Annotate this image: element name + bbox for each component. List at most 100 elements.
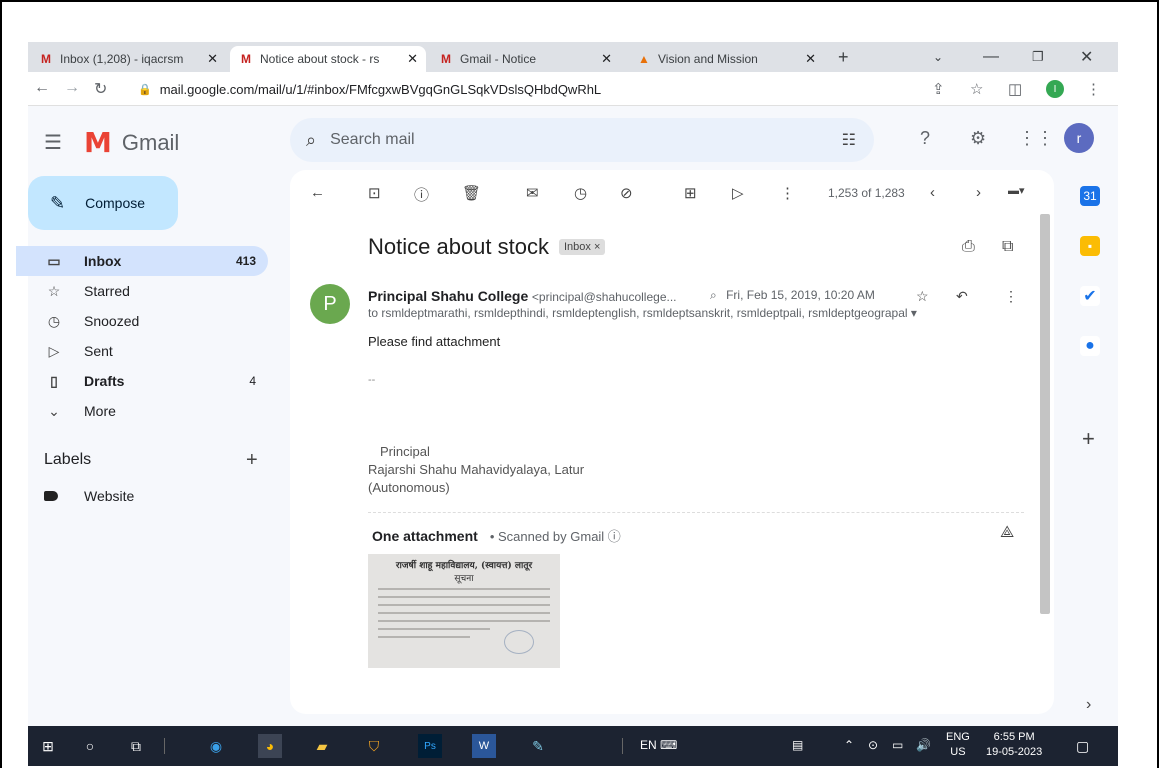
windows-taskbar: ⊞ ○ ⧉ ◉ ◕ ▰ ⛉ Ps W ✎ EN ⌨ ▤ ⌃ ⊙ ▭ 🔊 ENG … xyxy=(28,726,1118,766)
search-options-icon[interactable]: ☷ xyxy=(842,130,856,150)
create-label-button[interactable]: + xyxy=(246,449,258,472)
new-tab-button[interactable]: + xyxy=(838,42,849,72)
display-icon[interactable]: ▭ xyxy=(892,738,903,752)
print-icon[interactable]: ⎙ xyxy=(962,238,975,256)
show-side-panel-icon[interactable]: › xyxy=(1086,696,1091,714)
windows-start-icon[interactable]: ⊞ xyxy=(36,734,60,758)
scrollbar[interactable] xyxy=(1040,214,1050,614)
inbox-label-chip[interactable]: Inbox × xyxy=(558,239,606,255)
sidebar-item-drafts[interactable]: ▯ Drafts 4 xyxy=(16,366,268,396)
share-icon[interactable]: ⇪ xyxy=(932,80,945,98)
chevron-down-icon: ⌄ xyxy=(48,402,60,419)
back-icon[interactable]: ← xyxy=(34,79,50,97)
browser-tab-notice-stock[interactable]: M Notice about stock - rs ✕ xyxy=(230,46,426,72)
sidebar-item-more[interactable]: ⌄ More xyxy=(16,396,268,426)
sidebar-item-inbox[interactable]: ▭ Inbox 413 xyxy=(16,246,268,276)
snooze-icon[interactable]: ◷ xyxy=(574,184,587,202)
edge-icon[interactable]: ◉ xyxy=(204,734,228,758)
system-clock[interactable]: 6:55 PM 19-05-2023 xyxy=(986,730,1042,760)
browser-profile-avatar[interactable]: I xyxy=(1046,80,1064,98)
gmail-icon: M xyxy=(241,52,251,66)
settings-gear-icon[interactable]: ⚙ xyxy=(970,128,986,149)
subject-title: Notice about stock xyxy=(368,234,549,259)
gmail-logo[interactable]: M Gmail xyxy=(84,126,179,159)
close-tab-icon[interactable]: ✕ xyxy=(407,51,418,67)
close-tab-icon[interactable]: ✕ xyxy=(207,51,218,67)
address-bar-row: ← → ↻ 🔒 mail.google.com/mail/u/1/#inbox/… xyxy=(28,72,1118,106)
message-pager: 1,253 of 1,283 xyxy=(828,186,905,200)
url-field[interactable]: 🔒 mail.google.com/mail/u/1/#inbox/FMfcgx… xyxy=(138,77,928,101)
bookmark-star-icon[interactable]: ☆ xyxy=(970,80,983,98)
word-icon[interactable]: W xyxy=(472,734,496,758)
close-window-icon[interactable]: ✕ xyxy=(1080,42,1093,72)
star-message-icon[interactable]: ☆ xyxy=(916,288,929,305)
reload-icon[interactable]: ↻ xyxy=(94,79,107,99)
mark-unread-icon[interactable]: ✉ xyxy=(526,184,539,202)
side-panel: 31 ▪ ✔ ● + › xyxy=(1072,170,1118,726)
search-icon[interactable]: ○ xyxy=(78,734,102,758)
message-more-icon[interactable]: ⋮ xyxy=(1004,288,1018,305)
get-addons-icon[interactable]: + xyxy=(1082,426,1095,452)
main-menu-icon[interactable]: ☰ xyxy=(44,130,62,155)
sidebar-item-sent[interactable]: ▷ Sent xyxy=(16,336,268,366)
archive-icon[interactable]: ⊡ xyxy=(368,184,381,202)
back-to-inbox-icon[interactable]: ← xyxy=(310,184,325,201)
tasks-icon[interactable]: ✔ xyxy=(1080,286,1100,306)
add-task-icon[interactable]: ⊘ xyxy=(620,184,633,202)
browser-tab-inbox[interactable]: M Inbox (1,208) - iqacrsm ✕ xyxy=(30,46,226,72)
close-tab-icon[interactable]: ✕ xyxy=(805,51,816,67)
sidebar-item-snoozed[interactable]: ◷ Snoozed xyxy=(16,306,268,336)
file-explorer-icon[interactable]: ▰ xyxy=(310,734,334,758)
task-view-icon[interactable]: ⧉ xyxy=(124,734,148,758)
tab-search-icon[interactable]: ⌄ xyxy=(933,42,943,72)
reply-icon[interactable]: ↶ xyxy=(956,288,968,305)
input-tools-icon[interactable]: ▬▾ xyxy=(1008,184,1025,197)
newer-icon[interactable]: ‹ xyxy=(930,184,935,201)
forward-icon[interactable]: → xyxy=(64,79,80,97)
search-input[interactable]: Search mail xyxy=(330,131,414,149)
news-widget-icon[interactable]: ▤ xyxy=(792,738,803,752)
paint-icon[interactable]: ✎ xyxy=(526,734,550,758)
delete-icon[interactable]: 🗑 xyxy=(462,184,481,202)
search-bar[interactable]: ⌕ Search mail ☷ xyxy=(290,118,874,162)
report-spam-icon[interactable]: ⓘ xyxy=(414,184,429,205)
side-panel-icon[interactable]: ◫ xyxy=(1008,80,1022,98)
brave-icon[interactable]: ⛉ xyxy=(362,734,386,758)
show-hidden-icons-icon[interactable]: ⌃ xyxy=(844,738,854,752)
more-options-icon[interactable]: ⋮ xyxy=(780,184,795,202)
network-icon[interactable]: ⊙ xyxy=(868,738,878,752)
close-tab-icon[interactable]: ✕ xyxy=(601,51,612,67)
support-icon[interactable]: ? xyxy=(920,128,930,149)
keep-icon[interactable]: ▪ xyxy=(1080,236,1100,256)
notification-center-icon[interactable]: ▢ xyxy=(1076,738,1089,755)
label-icon[interactable]: ▷ xyxy=(732,184,744,202)
browser-tab-gmail-notice[interactable]: M Gmail - Notice ✕ xyxy=(430,46,620,72)
add-to-drive-icon[interactable]: ⟁ xyxy=(1000,524,1014,542)
star-icon: ☆ xyxy=(47,282,61,299)
chrome-icon[interactable]: ◕ xyxy=(258,734,282,758)
browser-tab-vision-mission[interactable]: ▲ Vision and Mission ✕ xyxy=(628,46,824,72)
account-avatar[interactable]: r xyxy=(1064,123,1094,153)
photoshop-icon[interactable]: Ps xyxy=(418,734,442,758)
input-language-indicator[interactable]: EN ⌨ xyxy=(640,738,677,752)
attachment-divider xyxy=(368,512,1024,513)
label-item-website[interactable]: Website xyxy=(44,488,134,504)
older-icon[interactable]: › xyxy=(976,184,981,201)
attachment-thumbnail[interactable]: राजर्षी शाहू महाविद्यालय, (स्वायत्त) लात… xyxy=(368,554,560,668)
sidebar-item-starred[interactable]: ☆ Starred xyxy=(16,276,268,306)
language-indicator[interactable]: ENG US xyxy=(946,730,970,760)
compose-button[interactable]: ✎ Compose xyxy=(28,176,178,230)
search-icon[interactable]: ⌕ xyxy=(306,130,316,151)
browser-menu-icon[interactable]: ⋮ xyxy=(1086,80,1101,98)
apps-grid-icon[interactable]: ⋮⋮ xyxy=(1018,128,1054,149)
recipients-line[interactable]: to rsmldeptmarathi, rsmldepthindi, rsmld… xyxy=(368,306,958,320)
gmail-logo-icon: M xyxy=(84,126,112,159)
volume-icon[interactable]: 🔊 xyxy=(916,738,931,752)
open-new-window-icon[interactable]: ⧉ xyxy=(1002,238,1013,256)
restore-icon[interactable]: ❐ xyxy=(1032,42,1044,72)
minimize-icon[interactable]: — xyxy=(983,42,999,72)
recipients-dropdown-icon[interactable]: ▾ xyxy=(911,306,917,320)
move-to-icon[interactable]: ⊞ xyxy=(684,184,697,202)
calendar-icon[interactable]: 31 xyxy=(1080,186,1100,206)
contacts-icon[interactable]: ● xyxy=(1080,336,1100,356)
